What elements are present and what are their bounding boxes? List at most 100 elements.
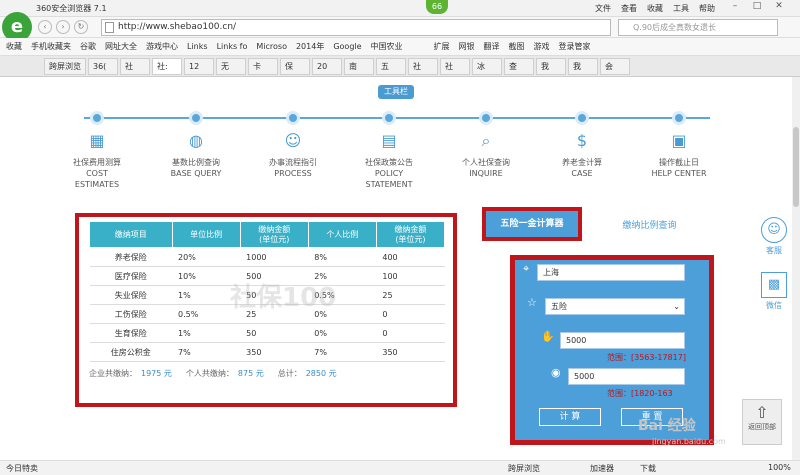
url-input[interactable]: http://www.shebao100.cn/ xyxy=(101,19,611,36)
hand-coin-icon: ✋ xyxy=(541,330,555,343)
menu-view[interactable]: 查看 xyxy=(621,3,637,14)
window-title: 360安全浏览器 7.1 xyxy=(36,4,107,13)
bookmark-item[interactable]: 网址大全 xyxy=(105,41,137,52)
toolbar-badge: 工具栏 xyxy=(378,85,414,99)
nav-item-cost-estimates[interactable]: ▦ 社保费用测算 COST ESTIMATES xyxy=(52,129,142,190)
minimize-icon[interactable]: – xyxy=(726,1,744,15)
close-icon[interactable]: ✕ xyxy=(770,1,788,15)
toolbar-bank[interactable]: 网银 xyxy=(459,41,475,52)
url-text: http://www.shebao100.cn/ xyxy=(118,22,237,32)
back-to-top-button[interactable]: ⇧ 返回顶部 xyxy=(742,399,782,445)
menu-favorites[interactable]: 收藏 xyxy=(647,3,663,14)
scheme-select[interactable]: 五险 ⌄ xyxy=(545,298,685,315)
tab-rate-query[interactable]: 缴纳比例查询 xyxy=(592,211,707,241)
nav-item-process[interactable]: ☺ 办事流程指引 PROCESS xyxy=(248,129,338,179)
nav-dot xyxy=(672,111,686,125)
scrollbar-thumb[interactable] xyxy=(793,127,799,207)
bookmark-item[interactable]: 谷歌 xyxy=(80,41,96,52)
status-today-deals[interactable]: 今日特卖 xyxy=(6,463,38,474)
nav-item-base-query[interactable]: ◍ 基数比例查询 BASE QUERY xyxy=(151,129,241,179)
refresh-icon[interactable]: ↻ xyxy=(74,20,88,34)
tab[interactable]: 我 xyxy=(568,57,598,75)
arrow-up-icon: ⇧ xyxy=(755,403,769,422)
toolbar-screenshot[interactable]: 截图 xyxy=(509,41,525,52)
header-personal-rate: 个人比例 xyxy=(307,221,377,248)
zoom-level[interactable]: 100% xyxy=(768,463,791,472)
qr-code-icon[interactable]: ▩ xyxy=(761,272,787,298)
toolbar-login[interactable]: 登录管家 xyxy=(559,41,591,52)
personal-total: 875 元 xyxy=(237,369,264,378)
bookmark-item[interactable]: Links xyxy=(187,42,208,51)
base-amount-field-1[interactable]: 5000 xyxy=(560,332,685,349)
tab[interactable]: 南 xyxy=(344,57,374,75)
status-cross-screen[interactable]: 跨屏浏览 xyxy=(508,463,540,474)
tab-active[interactable]: 社: xyxy=(152,57,182,75)
nav-dot xyxy=(189,111,203,125)
nav-item-inquire[interactable]: ⌕ 个人社保查询 INQUIRE xyxy=(441,129,531,179)
nav-dot xyxy=(382,111,396,125)
bookmark-item[interactable]: 收藏 xyxy=(6,41,22,52)
tab[interactable]: 保 xyxy=(280,57,310,75)
tab[interactable]: 我 xyxy=(536,57,566,75)
range-hint-2: 范围：[1820-163 xyxy=(607,389,673,398)
forward-icon[interactable]: › xyxy=(56,20,70,34)
tab[interactable]: 五 xyxy=(376,57,406,75)
table-row: 养老保险 20% 1000 8% 400 xyxy=(89,247,445,267)
status-download[interactable]: 下载 xyxy=(640,463,656,474)
nav-item-case[interactable]: $ 养老金计算 CASE xyxy=(537,129,627,179)
toolbar-extensions[interactable]: 扩展 xyxy=(434,41,450,52)
money-bag-icon: $ xyxy=(576,131,588,150)
tab[interactable]: 会 xyxy=(600,57,630,75)
tab[interactable]: 跨屏浏览 xyxy=(44,57,86,75)
tab[interactable]: 无 xyxy=(216,57,246,75)
bookmark-item[interactable]: 中国农业 xyxy=(371,41,403,52)
compute-button[interactable]: 计 算 xyxy=(539,408,601,426)
status-accelerator[interactable]: 加速器 xyxy=(590,463,614,474)
menu-tools[interactable]: 工具 xyxy=(673,3,689,14)
tab[interactable]: 20 xyxy=(312,57,342,75)
calendar-icon: ▣ xyxy=(671,131,687,150)
base-amount-field-2[interactable]: 5000 xyxy=(568,368,685,385)
bookmark-item[interactable]: 手机收藏夹 xyxy=(31,41,71,52)
range-hint-1: 范围：[3563-17817] xyxy=(607,353,686,362)
tab[interactable]: 查 xyxy=(504,57,534,75)
bookmark-item[interactable]: 游戏中心 xyxy=(146,41,178,52)
page-icon xyxy=(105,22,114,33)
scrollbar[interactable] xyxy=(792,77,800,460)
toolbar-games[interactable]: 游戏 xyxy=(534,41,550,52)
bookmark-item[interactable]: Links fo xyxy=(217,42,248,51)
menu-help[interactable]: 帮助 xyxy=(699,3,715,14)
tab[interactable]: 12 xyxy=(184,57,214,75)
baidu-watermark-url: jingyan.baidu.com xyxy=(652,437,726,446)
bookmark-item[interactable]: Microso xyxy=(256,42,287,51)
tab-calculator[interactable]: 五险一金计算器 xyxy=(482,207,582,241)
search-icon: ⌕ xyxy=(481,131,491,150)
customer-service-label: 客服 xyxy=(766,246,782,255)
tab[interactable]: 社 xyxy=(440,57,470,75)
star-icon: ☆ xyxy=(527,296,537,309)
tab[interactable]: 卡 xyxy=(248,57,278,75)
bookmark-item[interactable]: 2014年 xyxy=(296,41,324,52)
bookmark-item[interactable]: Google xyxy=(333,42,361,51)
tab[interactable]: 社 xyxy=(408,57,438,75)
customer-service-icon[interactable]: ☺ xyxy=(761,217,787,243)
toolbar-translate[interactable]: 翻译 xyxy=(484,41,500,52)
back-icon[interactable]: ‹ xyxy=(38,20,52,34)
maximize-icon[interactable]: □ xyxy=(748,1,766,15)
city-field[interactable]: 上海 xyxy=(537,264,685,281)
nav-dot xyxy=(479,111,493,125)
table-row: 生育保险 1% 50 0% 0 xyxy=(89,323,445,343)
nav-item-policy[interactable]: ▤ 社保政策公告 POLICY STATEMENT xyxy=(344,129,434,190)
notification-badge[interactable]: 66 xyxy=(426,0,448,14)
site-watermark: 社保100 xyxy=(230,283,337,313)
tab[interactable]: 冰 xyxy=(472,57,502,75)
menu-file[interactable]: 文件 xyxy=(595,3,611,14)
nav-dot xyxy=(575,111,589,125)
search-input[interactable]: Q.90后成全真数女遗长 xyxy=(618,19,778,36)
tab[interactable]: 36( xyxy=(88,57,118,75)
nav-dot xyxy=(90,111,104,125)
header-personal-amount: 缴纳金额 (单位元) xyxy=(375,221,446,248)
tab[interactable]: 社 xyxy=(120,57,150,75)
side-widgets: ☺ 客服 ▩ 微信 xyxy=(756,217,792,311)
nav-item-help-center[interactable]: ▣ 操作截止日 HELP CENTER xyxy=(634,129,724,179)
